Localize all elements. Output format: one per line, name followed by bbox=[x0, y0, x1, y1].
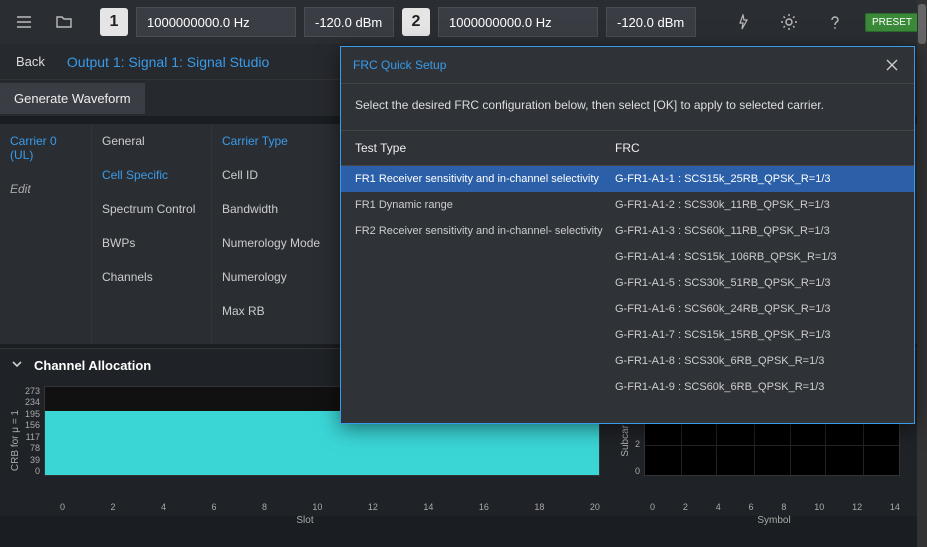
category-channels[interactable]: Channels bbox=[92, 260, 211, 294]
channel-allocation-title: Channel Allocation bbox=[34, 358, 151, 373]
frc-row[interactable]: G-FR1-A1-6 : SCS60k_24RB_QPSK_R=1/3 bbox=[341, 296, 914, 322]
frc-row-frc: G-FR1-A1-3 : SCS60k_11RB_QPSK_R=1/3 bbox=[615, 225, 900, 237]
channel-1-badge[interactable]: 1 bbox=[100, 8, 128, 36]
frc-table: Test Type FRC FR1 Receiver sensitivity a… bbox=[341, 131, 914, 423]
folder-icon[interactable] bbox=[48, 6, 80, 38]
chart1-ylabel: CRB for μ = 1 bbox=[10, 410, 21, 471]
carrier-0-item[interactable]: Carrier 0 (UL) bbox=[0, 124, 91, 172]
chart2-xaxis: 0 2 4 6 8 10 12 14 bbox=[650, 502, 900, 512]
category-column: General Cell Specific Spectrum Control B… bbox=[92, 124, 212, 344]
prop-max-rb[interactable]: Max RB bbox=[212, 294, 342, 328]
prop-numerology[interactable]: Numerology bbox=[212, 260, 342, 294]
chart2-ylabel: Subcar bbox=[620, 425, 631, 457]
col-test-type: Test Type bbox=[355, 141, 615, 155]
frc-row-test-type: FR1 Receiver sensitivity and in-channel … bbox=[355, 173, 615, 185]
dialog-header: FRC Quick Setup bbox=[341, 47, 914, 84]
generate-waveform-button[interactable]: Generate Waveform bbox=[0, 83, 145, 114]
category-cell-specific[interactable]: Cell Specific bbox=[92, 158, 211, 192]
prop-carrier-type[interactable]: Carrier Type bbox=[212, 124, 342, 158]
scrollbar-thumb[interactable] bbox=[918, 4, 926, 44]
help-icon[interactable] bbox=[819, 6, 851, 38]
frc-table-body: FR1 Receiver sensitivity and in-channel … bbox=[341, 166, 914, 400]
back-button[interactable]: Back bbox=[8, 50, 53, 73]
frc-row-frc: G-FR1-A1-6 : SCS60k_24RB_QPSK_R=1/3 bbox=[615, 303, 900, 315]
preset-button[interactable]: PRESET bbox=[865, 13, 919, 32]
property-column: Carrier Type Cell ID Bandwidth Numerolog… bbox=[212, 124, 342, 344]
frc-row-frc: G-FR1-A1-7 : SCS15k_15RB_QPSK_R=1/3 bbox=[615, 329, 900, 341]
channel-2-power-field[interactable]: -120.0 dBm bbox=[606, 7, 696, 37]
breadcrumb[interactable]: Output 1: Signal 1: Signal Studio bbox=[67, 54, 269, 70]
prop-cell-id[interactable]: Cell ID bbox=[212, 158, 342, 192]
frc-row-frc: G-FR1-A1-5 : SCS30k_51RB_QPSK_R=1/3 bbox=[615, 277, 900, 289]
frc-row[interactable]: FR1 Dynamic rangeG-FR1-A1-2 : SCS30k_11R… bbox=[341, 192, 914, 218]
carrier-column: Carrier 0 (UL) Edit bbox=[0, 124, 92, 344]
trigger-icon[interactable] bbox=[727, 6, 759, 38]
prop-numerology-mode[interactable]: Numerology Mode bbox=[212, 226, 342, 260]
edit-item[interactable]: Edit bbox=[0, 172, 91, 206]
frc-row-frc: G-FR1-A1-1 : SCS15k_25RB_QPSK_R=1/3 bbox=[615, 173, 900, 185]
top-toolbar: 1 1000000000.0 Hz -120.0 dBm 2 100000000… bbox=[0, 0, 927, 44]
dialog-title: FRC Quick Setup bbox=[353, 58, 446, 72]
prop-bandwidth[interactable]: Bandwidth bbox=[212, 192, 342, 226]
scrollbar[interactable] bbox=[917, 0, 927, 547]
frc-row[interactable]: G-FR1-A1-4 : SCS15k_106RB_QPSK_R=1/3 bbox=[341, 244, 914, 270]
frc-row[interactable]: G-FR1-A1-9 : SCS60k_6RB_QPSK_R=1/3 bbox=[341, 374, 914, 400]
channel-1-frequency-field[interactable]: 1000000000.0 Hz bbox=[136, 7, 296, 37]
frc-quick-setup-dialog: FRC Quick Setup Select the desired FRC c… bbox=[340, 46, 915, 424]
category-spectrum-control[interactable]: Spectrum Control bbox=[92, 192, 211, 226]
frc-row-frc: G-FR1-A1-8 : SCS30k_6RB_QPSK_R=1/3 bbox=[615, 355, 900, 367]
chart1-yaxis: 273 234 195 156 117 78 39 0 bbox=[25, 386, 44, 476]
frc-row-test-type: FR1 Dynamic range bbox=[355, 199, 615, 211]
chart1-xlabel: Slot bbox=[296, 515, 313, 526]
channel-1-power-field[interactable]: -120.0 dBm bbox=[304, 7, 394, 37]
col-frc: FRC bbox=[615, 141, 900, 155]
frc-table-header: Test Type FRC bbox=[341, 131, 914, 166]
frc-row-frc: G-FR1-A1-2 : SCS30k_11RB_QPSK_R=1/3 bbox=[615, 199, 900, 211]
frc-row[interactable]: G-FR1-A1-8 : SCS30k_6RB_QPSK_R=1/3 bbox=[341, 348, 914, 374]
frc-row-test-type: FR2 Receiver sensitivity and in-channel-… bbox=[355, 225, 615, 237]
chevron-down-icon bbox=[10, 357, 24, 374]
channel-2-frequency-field[interactable]: 1000000000.0 Hz bbox=[438, 7, 598, 37]
category-general[interactable]: General bbox=[92, 124, 211, 158]
close-icon[interactable] bbox=[882, 55, 902, 75]
chart1-xaxis: 0 2 4 6 8 10 12 14 16 18 20 bbox=[60, 502, 600, 512]
category-bwps[interactable]: BWPs bbox=[92, 226, 211, 260]
dialog-instruction: Select the desired FRC configuration bel… bbox=[341, 84, 914, 131]
frc-row[interactable]: FR2 Receiver sensitivity and in-channel-… bbox=[341, 218, 914, 244]
gear-icon[interactable] bbox=[773, 6, 805, 38]
frc-row-frc: G-FR1-A1-9 : SCS60k_6RB_QPSK_R=1/3 bbox=[615, 381, 900, 393]
frc-row[interactable]: FR1 Receiver sensitivity and in-channel … bbox=[341, 166, 914, 192]
chart2-xlabel: Symbol bbox=[757, 515, 790, 526]
channel-2-badge[interactable]: 2 bbox=[402, 8, 430, 36]
frc-row[interactable]: G-FR1-A1-7 : SCS15k_15RB_QPSK_R=1/3 bbox=[341, 322, 914, 348]
menu-icon[interactable] bbox=[8, 6, 40, 38]
frc-row-frc: G-FR1-A1-4 : SCS15k_106RB_QPSK_R=1/3 bbox=[615, 251, 900, 263]
frc-row[interactable]: G-FR1-A1-5 : SCS30k_51RB_QPSK_R=1/3 bbox=[341, 270, 914, 296]
